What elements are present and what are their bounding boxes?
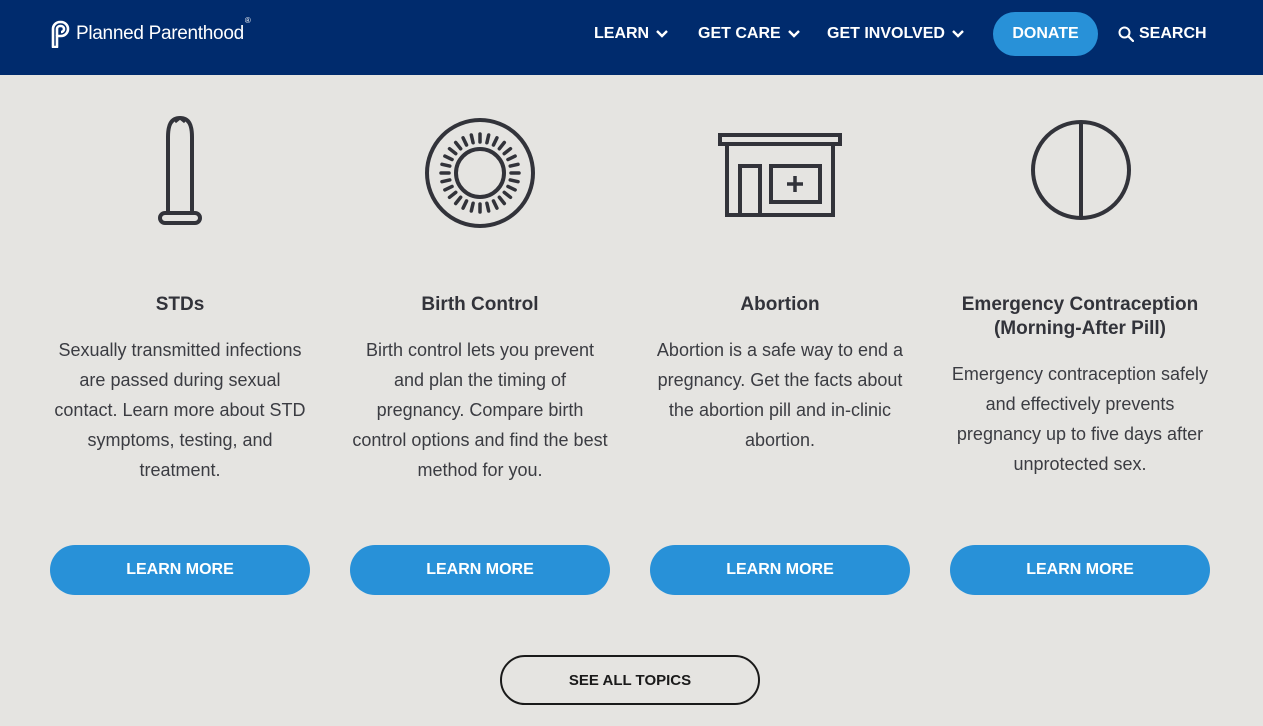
- learn-more-label: LEARN MORE: [1026, 561, 1134, 578]
- icon-area: [50, 115, 310, 270]
- nav-learn[interactable]: LEARN: [594, 24, 668, 44]
- icon-area: [650, 115, 910, 270]
- donate-label: DONATE: [1012, 25, 1079, 42]
- card-description: Sexually transmitted infections are pass…: [54, 340, 306, 480]
- logo-text: Planned Parenthood®: [76, 16, 251, 45]
- search-icon: [1118, 26, 1134, 42]
- card-description: Emergency contraception safely and effec…: [951, 364, 1209, 474]
- logo-wordmark: Planned Parenthood: [76, 23, 244, 44]
- donate-button[interactable]: DONATE: [993, 12, 1098, 56]
- card-title: Abortion: [740, 294, 820, 315]
- search-button[interactable]: SEARCH: [1118, 24, 1207, 44]
- see-all-topics-button[interactable]: SEE ALL TOPICS: [500, 655, 760, 705]
- registered-mark: ®: [244, 16, 251, 25]
- learn-more-label: LEARN MORE: [126, 561, 234, 578]
- learn-more-abortion-button[interactable]: LEARN MORE: [650, 545, 910, 595]
- card-description: Birth control lets you prevent and plan …: [352, 340, 608, 480]
- pill-pack-icon: [425, 118, 535, 228]
- learn-more-birth-control-button[interactable]: LEARN MORE: [350, 545, 610, 595]
- chevron-down-icon: [952, 30, 964, 38]
- planned-parenthood-logo-icon: [51, 20, 70, 48]
- nav-get-involved[interactable]: GET INVOLVED: [827, 24, 964, 44]
- learn-more-label: LEARN MORE: [726, 561, 834, 578]
- card-description: Abortion is a safe way to end a pregnanc…: [656, 340, 904, 450]
- icon-area: [950, 115, 1210, 270]
- learn-more-label: LEARN MORE: [426, 561, 534, 578]
- nav-get-care-label: GET CARE: [698, 25, 781, 42]
- card-title: Emergency Contraception (Morning-After P…: [961, 294, 1199, 339]
- learn-more-emergency-contraception-button[interactable]: LEARN MORE: [950, 545, 1210, 595]
- chevron-down-icon: [656, 30, 668, 38]
- nav-get-involved-label: GET INVOLVED: [827, 25, 945, 42]
- clinic-building-icon: [718, 133, 842, 217]
- icon-area: [350, 115, 610, 270]
- nav-learn-label: LEARN: [594, 25, 650, 42]
- site-header: Planned Parenthood® LEARN GET CARE GET I…: [0, 0, 1263, 75]
- logo[interactable]: Planned Parenthood®: [50, 16, 251, 49]
- nav-get-care[interactable]: GET CARE: [698, 24, 800, 44]
- card-title: STDs: [155, 294, 205, 315]
- chevron-down-icon: [787, 30, 800, 38]
- split-pill-icon: [1031, 120, 1131, 220]
- see-all-topics-label: SEE ALL TOPICS: [568, 671, 692, 689]
- search-label: SEARCH: [1139, 25, 1207, 42]
- learn-more-stds-button[interactable]: LEARN MORE: [50, 545, 310, 595]
- card-title: Birth Control: [421, 294, 539, 315]
- condom-icon: [158, 116, 202, 225]
